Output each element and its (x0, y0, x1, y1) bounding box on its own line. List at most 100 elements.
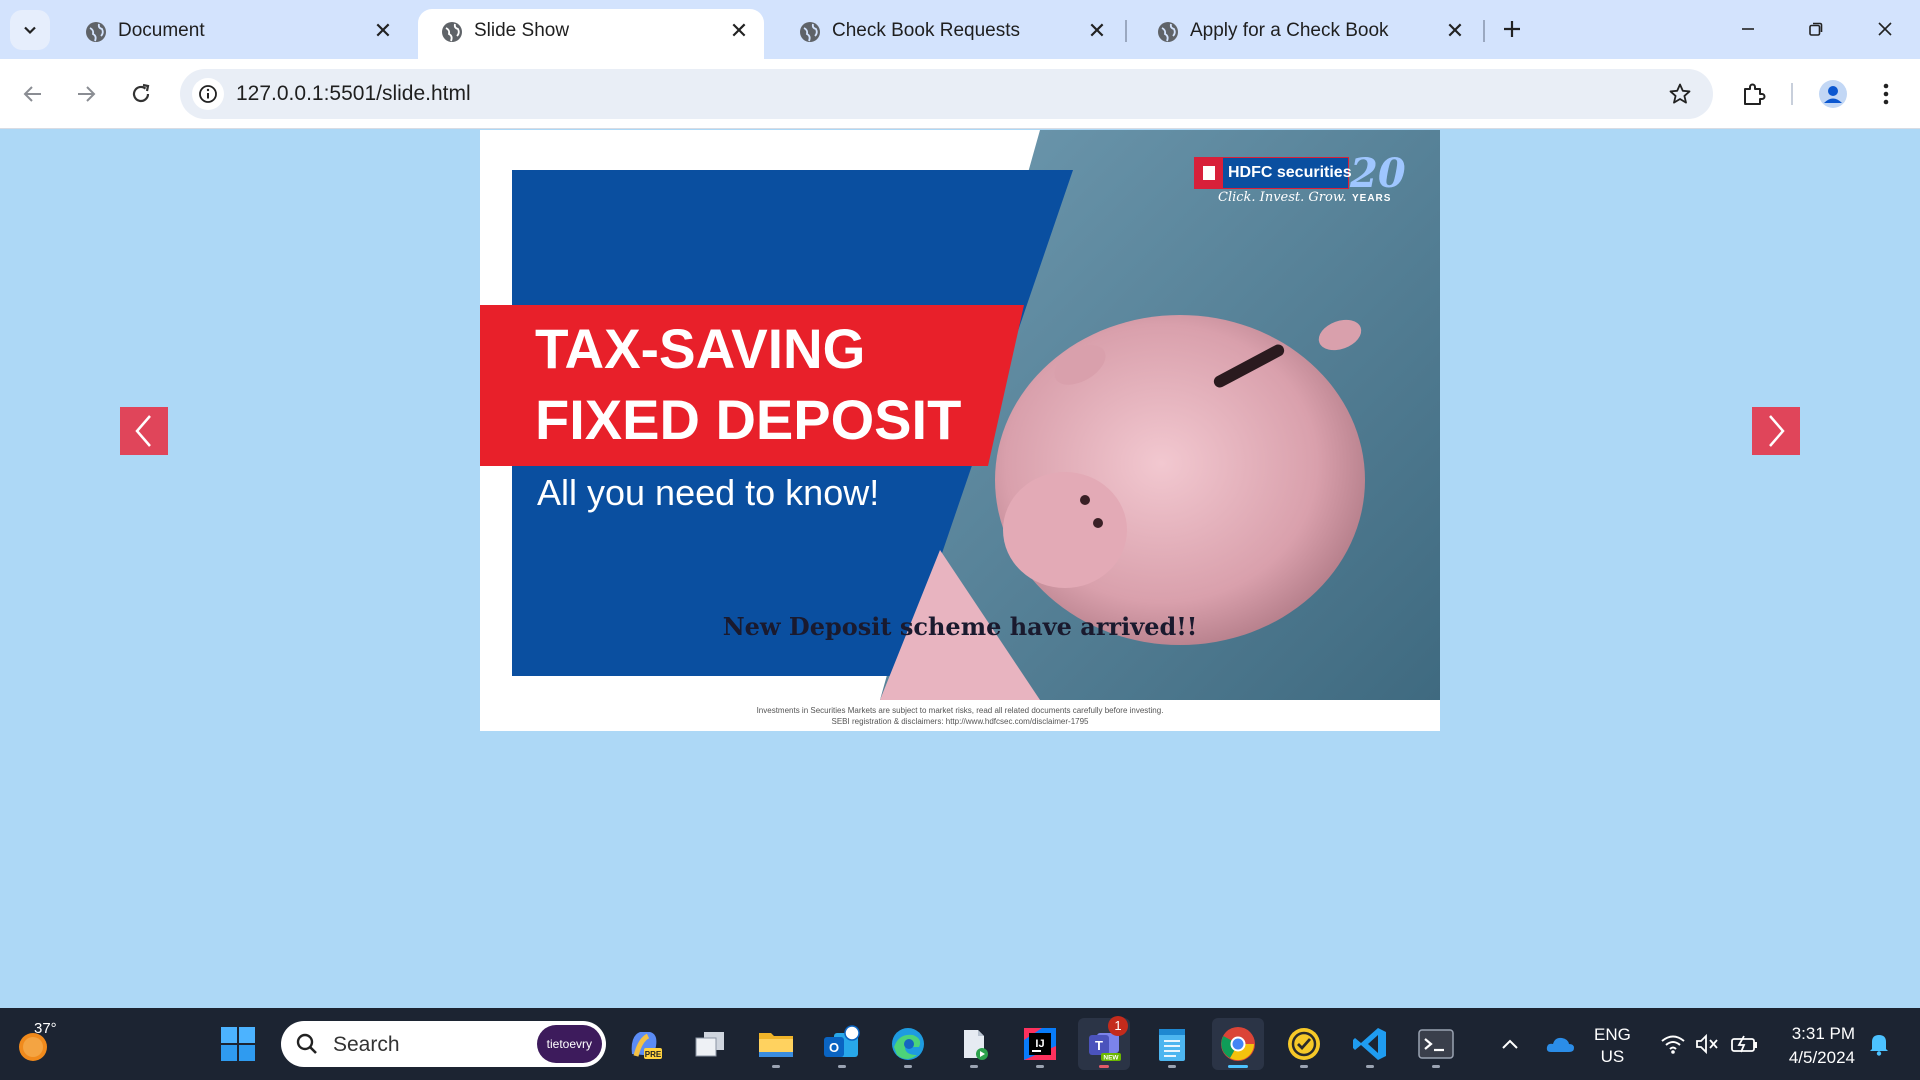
more-vertical-icon (1883, 83, 1889, 105)
store-app[interactable] (948, 1018, 1000, 1070)
restore-button[interactable] (1788, 8, 1844, 50)
toolbar-separator (1791, 83, 1793, 105)
globe-icon (1158, 22, 1178, 42)
chevron-left-icon (135, 415, 151, 447)
folder-icon (759, 1033, 793, 1057)
edge-app[interactable] (882, 1018, 934, 1070)
lang-line-1: ENG (1594, 1025, 1631, 1044)
teams-notification-badge: 1 (1108, 1016, 1128, 1036)
terminal-app[interactable] (1410, 1018, 1462, 1070)
vscode-icon (1353, 1028, 1386, 1060)
file-explorer-app[interactable] (750, 1018, 802, 1070)
close-window-button[interactable] (1857, 8, 1913, 50)
system-clock[interactable]: 3:31 PM 4/5/2024 (1775, 1022, 1855, 1070)
input-language[interactable]: ENG US (1594, 1024, 1631, 1068)
bell-icon (1870, 1035, 1888, 1056)
tab-title: Slide Show (474, 20, 570, 41)
volume-tray[interactable] (1692, 1026, 1722, 1062)
extensions-button[interactable] (1734, 74, 1774, 114)
brand-tagline: Click. Invest. Grow. (1218, 190, 1347, 205)
copilot-icon: PRE (631, 1032, 662, 1059)
terminal-icon (1418, 1029, 1454, 1059)
close-tab-icon[interactable]: ✕ (726, 18, 752, 44)
site-info-icon[interactable] (192, 78, 224, 110)
windows-start-icon[interactable] (220, 1026, 256, 1062)
tab-strip: Document ✕ Slide Show ✕ Check Book Reque… (0, 0, 1920, 59)
chrome-app[interactable] (1212, 1018, 1264, 1070)
running-indicator (1036, 1065, 1044, 1068)
tab-apply-check-book[interactable]: Apply for a Check Book ✕ (1134, 9, 1484, 59)
back-button[interactable] (13, 74, 53, 114)
windows-taskbar: 37° Search tietoevry PRE O IJ T NEW 1 EN… (0, 1008, 1920, 1080)
copilot-app[interactable]: PRE (618, 1018, 670, 1070)
tab-title: Check Book Requests (832, 20, 1020, 41)
profile-button[interactable] (1813, 74, 1853, 114)
close-tab-icon[interactable]: ✕ (1442, 18, 1468, 44)
task-view-app[interactable] (684, 1018, 736, 1070)
browser-toolbar: 127.0.0.1:5501/slide.html (0, 59, 1920, 129)
running-indicator (1366, 1065, 1374, 1068)
tab-check-book-requests[interactable]: Check Book Requests ✕ (776, 9, 1126, 59)
notifications-button[interactable] (1862, 1026, 1896, 1062)
minimize-button[interactable] (1720, 8, 1776, 50)
task-view-icon (695, 1032, 724, 1057)
outlook-icon: O (824, 1025, 860, 1057)
running-indicator (970, 1065, 978, 1068)
battery-tray[interactable] (1728, 1026, 1762, 1062)
chevron-down-icon (24, 26, 36, 35)
close-tab-icon[interactable]: ✕ (370, 18, 396, 44)
chevron-right-icon (1769, 415, 1785, 447)
battery-charging-icon (1731, 1035, 1757, 1053)
tab-title: Apply for a Check Book (1190, 20, 1389, 41)
vscode-app[interactable] (1344, 1018, 1396, 1070)
running-indicator (904, 1065, 912, 1068)
headline-line-1: TAX-SAVING (535, 317, 866, 380)
show-hidden-icons-button[interactable] (1496, 1026, 1524, 1062)
prev-slide-button[interactable] (120, 407, 168, 455)
teams-app[interactable]: T NEW 1 (1078, 1016, 1130, 1070)
intellij-app[interactable]: IJ (1014, 1018, 1066, 1070)
tab-separator (1125, 20, 1127, 42)
arrow-left-icon (23, 86, 41, 102)
globe-icon (442, 22, 462, 42)
lang-line-2: US (1600, 1047, 1625, 1066)
wifi-tray[interactable] (1658, 1026, 1688, 1062)
forward-button[interactable] (66, 74, 106, 114)
norton-icon (1288, 1028, 1320, 1060)
minimize-icon (1742, 28, 1754, 30)
svg-text:O: O (829, 1040, 839, 1055)
running-indicator (1168, 1065, 1176, 1068)
running-indicator (838, 1065, 846, 1068)
slide-image: HDFC securities Click. Invest. Grow. 20 … (480, 130, 1440, 731)
url-text[interactable]: 127.0.0.1:5501/slide.html (236, 82, 471, 106)
running-indicator (1099, 1065, 1109, 1068)
close-tab-icon[interactable]: ✕ (1084, 18, 1110, 44)
globe-icon (86, 22, 106, 42)
bookmark-star-icon[interactable] (1665, 79, 1695, 109)
avatar-icon (1819, 80, 1847, 108)
tab-document[interactable]: Document ✕ (62, 9, 412, 59)
chrome-icon (1221, 1027, 1255, 1061)
anniversary-label: YEARS (1352, 193, 1392, 204)
onedrive-tray[interactable] (1542, 1026, 1578, 1062)
reload-button[interactable] (121, 74, 161, 114)
svg-text:IJ: IJ (1035, 1038, 1044, 1050)
running-indicator (772, 1065, 780, 1068)
clock-time: 3:31 PM (1791, 1024, 1855, 1043)
notepad-app[interactable] (1146, 1018, 1198, 1070)
next-slide-button[interactable] (1752, 407, 1800, 455)
outlook-app[interactable]: O (816, 1018, 868, 1070)
address-bar[interactable]: 127.0.0.1:5501/slide.html (180, 69, 1713, 119)
taskbar-search-box[interactable]: Search tietoevry (281, 1021, 606, 1067)
tab-slide-show[interactable]: Slide Show ✕ (418, 9, 764, 59)
tab-search-button[interactable] (10, 10, 50, 50)
clock-date: 4/5/2024 (1788, 1048, 1855, 1067)
new-tab-button[interactable] (1495, 12, 1529, 46)
anniversary-number: 20 (1350, 150, 1406, 197)
norton-app[interactable] (1278, 1018, 1330, 1070)
reload-icon (132, 83, 150, 103)
browser-menu-button[interactable] (1866, 74, 1906, 114)
headline-line-2: FIXED DEPOSIT (535, 388, 962, 451)
svg-text:NEW: NEW (1103, 1055, 1119, 1062)
arrow-right-icon (78, 86, 96, 102)
